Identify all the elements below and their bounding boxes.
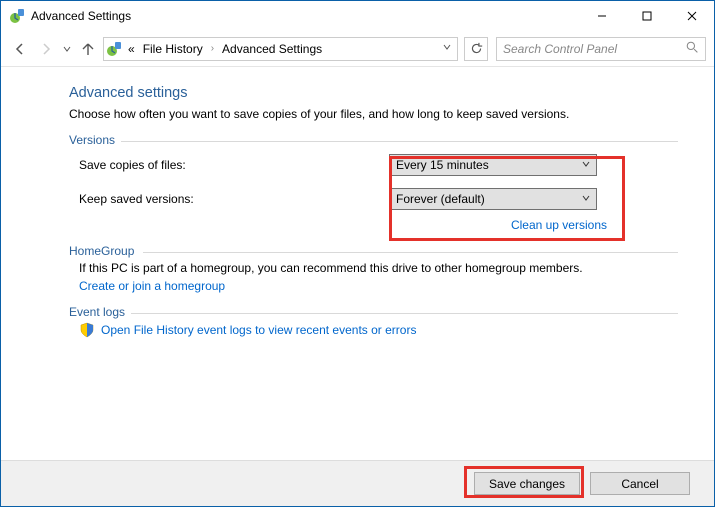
homegroup-group: HomeGroup If this PC is part of a homegr… [69,252,678,293]
search-input[interactable]: Search Control Panel [496,37,706,61]
cancel-button[interactable]: Cancel [590,472,690,495]
window-title: Advanced Settings [31,9,579,23]
search-placeholder: Search Control Panel [503,42,617,56]
titlebar: Advanced Settings [1,1,714,31]
back-button[interactable] [9,38,31,60]
keep-versions-dropdown[interactable]: Forever (default) [389,188,597,210]
create-homegroup-link[interactable]: Create or join a homegroup [79,279,225,293]
chevron-down-icon [582,160,590,171]
app-icon [9,8,25,24]
breadcrumb-prefix: « [126,42,137,56]
homegroup-group-label: HomeGroup [69,244,140,258]
save-copies-value: Every 15 minutes [396,158,489,172]
up-button[interactable] [77,38,99,60]
shield-icon [79,322,95,338]
location-icon [106,41,122,57]
forward-button[interactable] [35,38,57,60]
save-copies-label: Save copies of files: [69,158,389,172]
address-bar[interactable]: « File History › Advanced Settings [103,37,458,61]
recent-dropdown-icon[interactable] [61,38,73,60]
breadcrumb-item[interactable]: Advanced Settings [220,42,324,56]
eventlogs-group: Event logs Open File History event logs … [69,313,678,338]
chevron-right-icon[interactable]: › [209,43,216,54]
page-title: Advanced settings [69,85,678,101]
save-copies-dropdown[interactable]: Every 15 minutes [389,154,597,176]
content-area: Advanced settings Choose how often you w… [1,67,714,460]
cleanup-versions-link[interactable]: Clean up versions [511,218,607,232]
save-changes-button[interactable]: Save changes [474,472,580,495]
eventlogs-group-label: Event logs [69,305,131,319]
chevron-down-icon [582,194,590,205]
versions-group: Versions Save copies of files: Every 15 … [69,141,678,232]
versions-group-label: Versions [69,133,121,147]
maximize-button[interactable] [624,1,669,31]
nav-bar: « File History › Advanced Settings Searc… [1,31,714,67]
footer-bar: Save changes Cancel [1,460,714,506]
open-event-logs-link[interactable]: Open File History event logs to view rec… [101,323,416,337]
breadcrumb-item[interactable]: File History [141,42,205,56]
minimize-button[interactable] [579,1,624,31]
close-button[interactable] [669,1,714,31]
address-dropdown-icon[interactable] [439,43,455,54]
homegroup-description: If this PC is part of a homegroup, you c… [69,261,678,275]
page-description: Choose how often you want to save copies… [69,107,678,121]
search-icon [686,41,699,57]
keep-versions-label: Keep saved versions: [69,192,389,206]
window-controls [579,1,714,31]
keep-versions-value: Forever (default) [396,192,485,206]
window-frame: Advanced Settings « File History › Adva [0,0,715,507]
refresh-button[interactable] [464,37,488,61]
